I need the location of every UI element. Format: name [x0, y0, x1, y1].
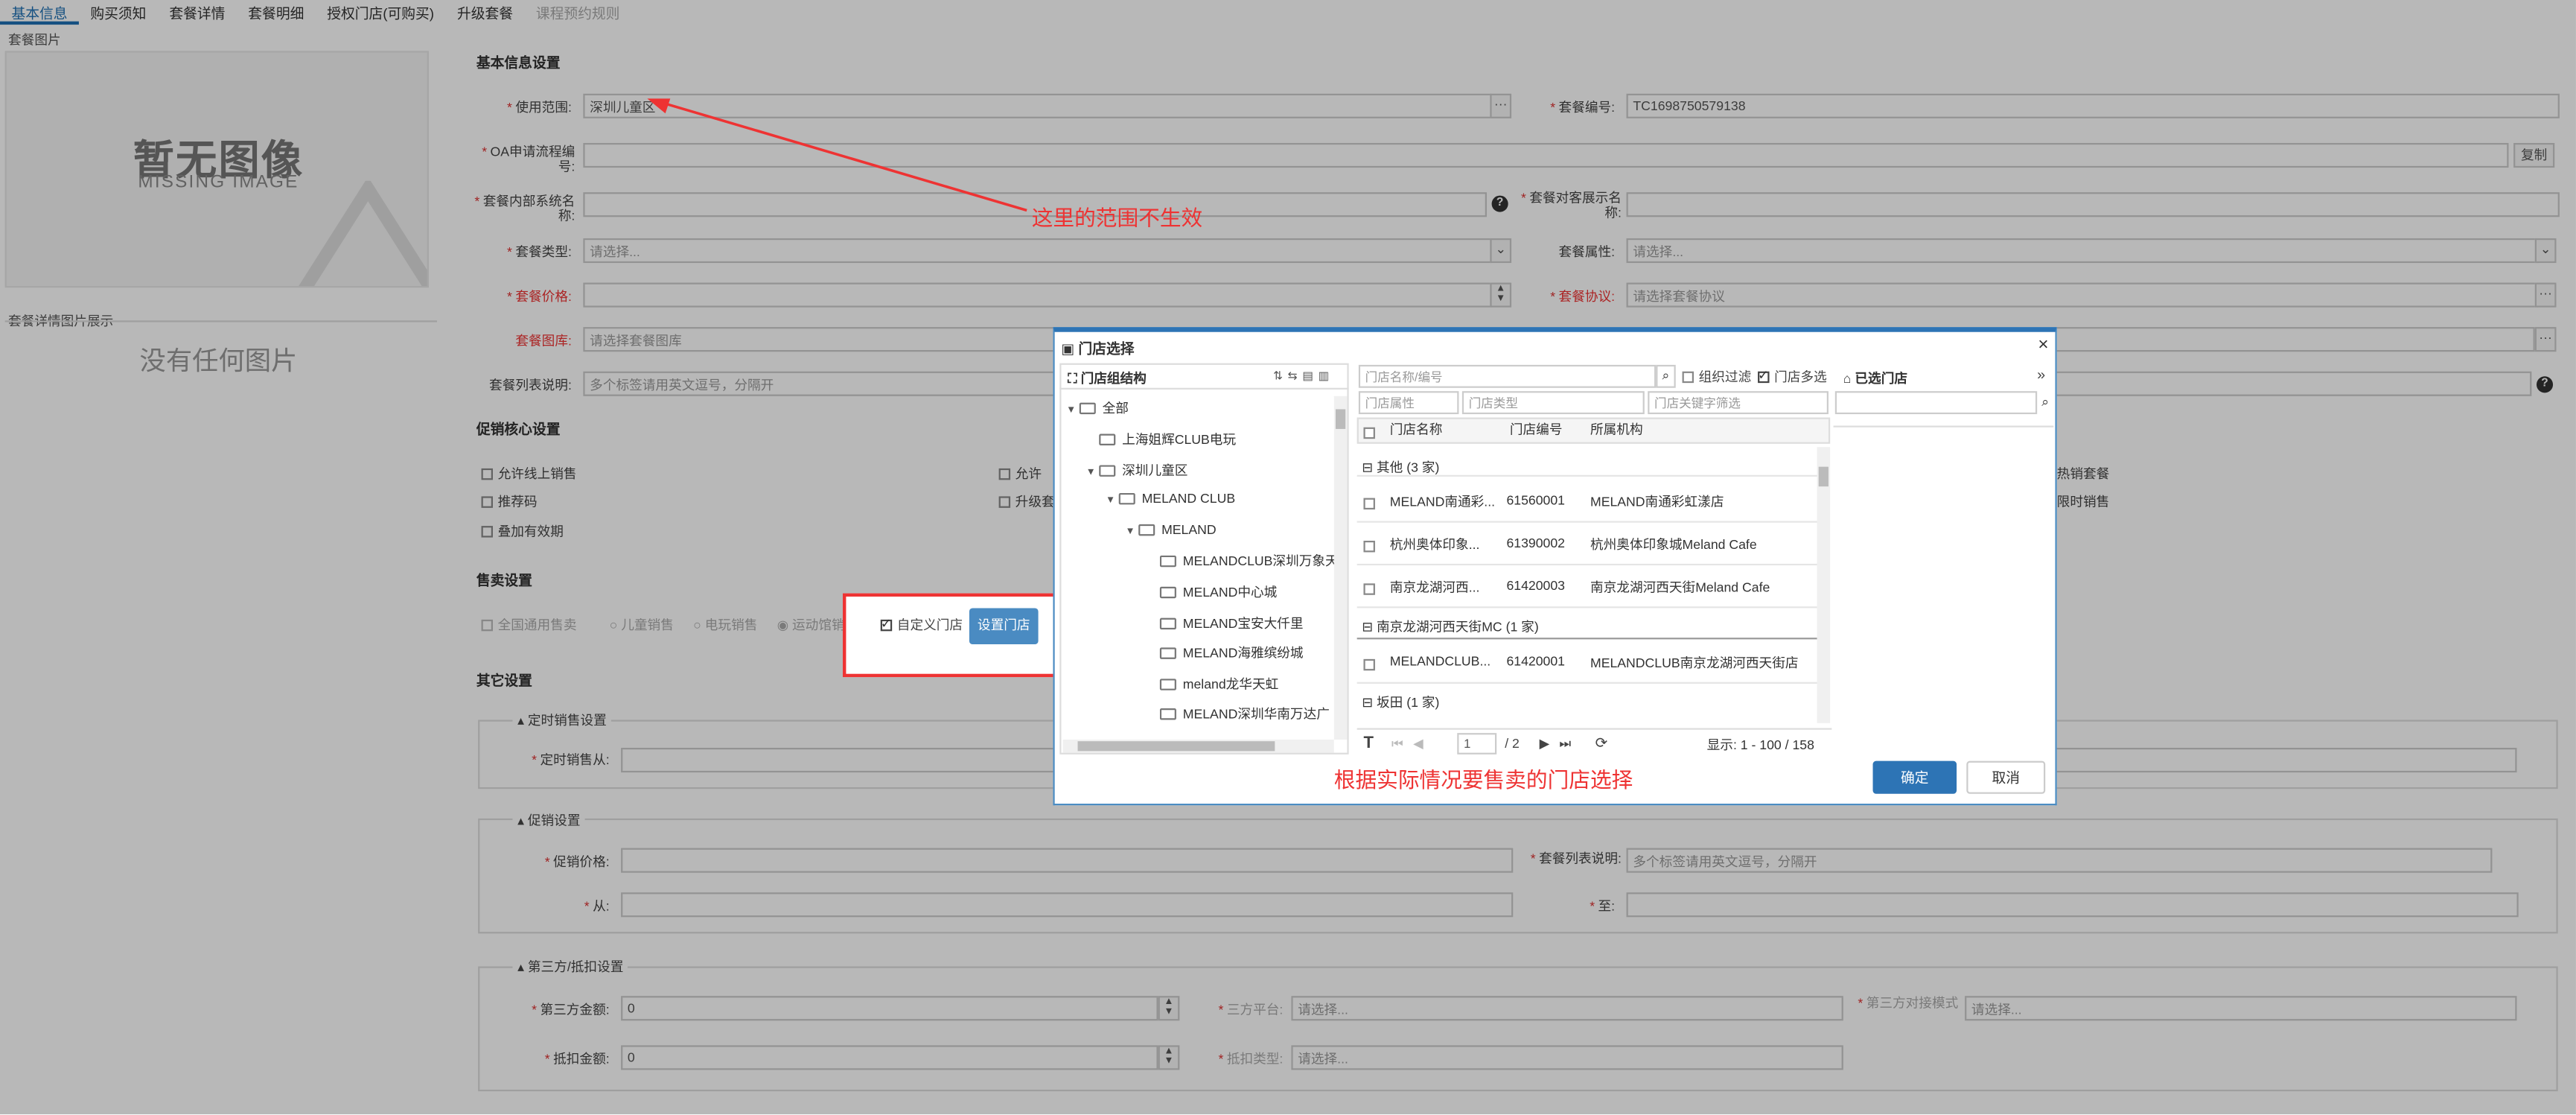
- app-root: 基本信息 购买须知 套餐详情 套餐明细 授权门店(可购买) 升级套餐 课程预约规…: [0, 0, 2576, 1115]
- annotation-arrow: [647, 98, 1027, 212]
- store-annotation: 根据实际情况要售卖的门店选择: [1333, 767, 1633, 792]
- scope-annotation: 这里的范围不生效: [1031, 205, 1203, 230]
